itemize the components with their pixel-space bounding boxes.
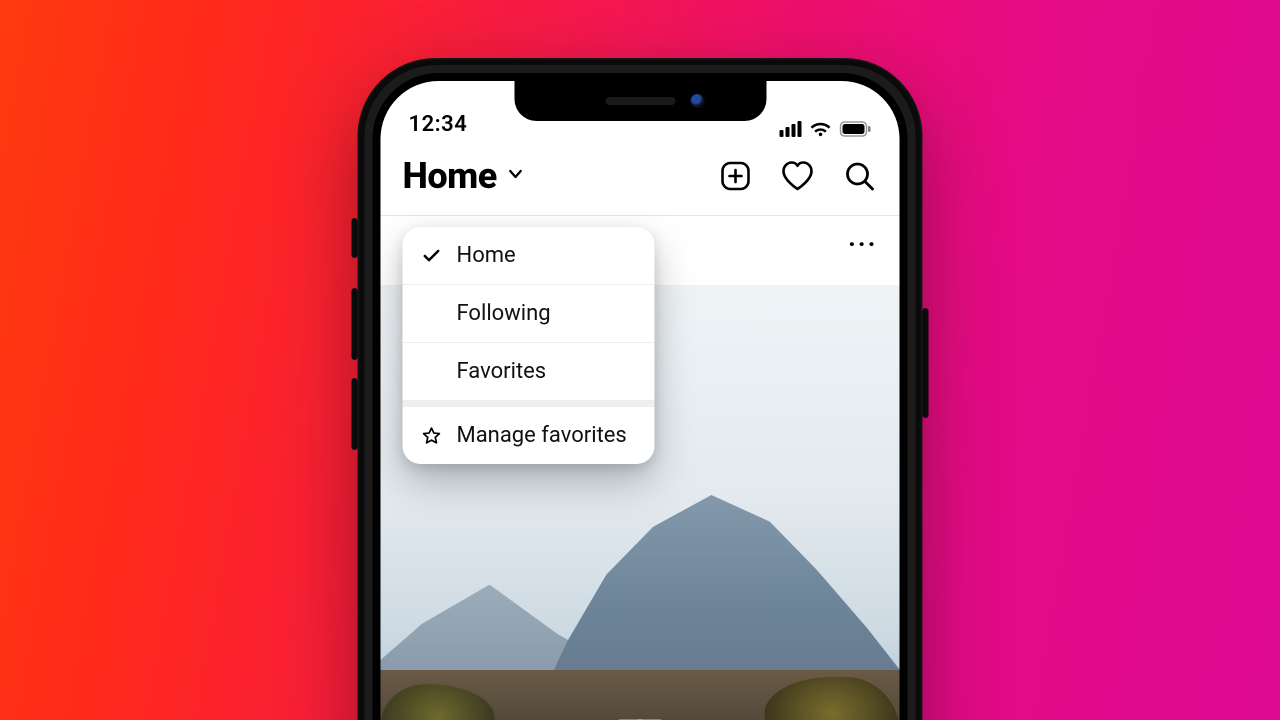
plus-square-icon (720, 160, 752, 192)
feed-switcher-button[interactable]: Home (403, 155, 525, 197)
wifi-icon (810, 121, 832, 137)
chevron-down-icon (507, 165, 525, 187)
star-outline-icon (421, 426, 443, 446)
mute-switch (352, 218, 358, 258)
menu-item-label: Favorites (457, 359, 547, 384)
promo-background: 12:34 (0, 0, 1280, 720)
feed-title: Home (403, 155, 497, 197)
speaker-grille (605, 97, 675, 105)
menu-item-label: Manage favorites (457, 423, 627, 448)
app-header: Home (381, 137, 900, 216)
notch (514, 81, 766, 121)
volume-down-button (352, 378, 358, 450)
menu-item-following[interactable]: Following (403, 285, 655, 343)
menu-item-manage-favorites[interactable]: Manage favorites (403, 407, 655, 464)
status-time: 12:34 (409, 112, 468, 137)
create-button[interactable] (718, 158, 754, 194)
power-button (923, 308, 929, 418)
menu-item-favorites[interactable]: Favorites (403, 343, 655, 401)
phone-screen: 12:34 (381, 81, 900, 720)
cellular-icon (780, 121, 802, 137)
front-camera (690, 94, 704, 108)
menu-item-label: Home (457, 243, 516, 268)
post-more-button[interactable]: ··· (848, 230, 878, 270)
volume-up-button (352, 288, 358, 360)
search-button[interactable] (842, 158, 878, 194)
activity-button[interactable] (780, 158, 816, 194)
feed-switcher-menu: Home Following Favorites (403, 227, 655, 464)
battery-icon (840, 121, 872, 137)
menu-item-home[interactable]: Home (403, 227, 655, 285)
check-icon (421, 246, 443, 266)
phone-frame: 12:34 (358, 58, 923, 720)
menu-item-label: Following (457, 301, 551, 326)
search-icon (844, 160, 876, 192)
heart-icon (781, 160, 815, 192)
